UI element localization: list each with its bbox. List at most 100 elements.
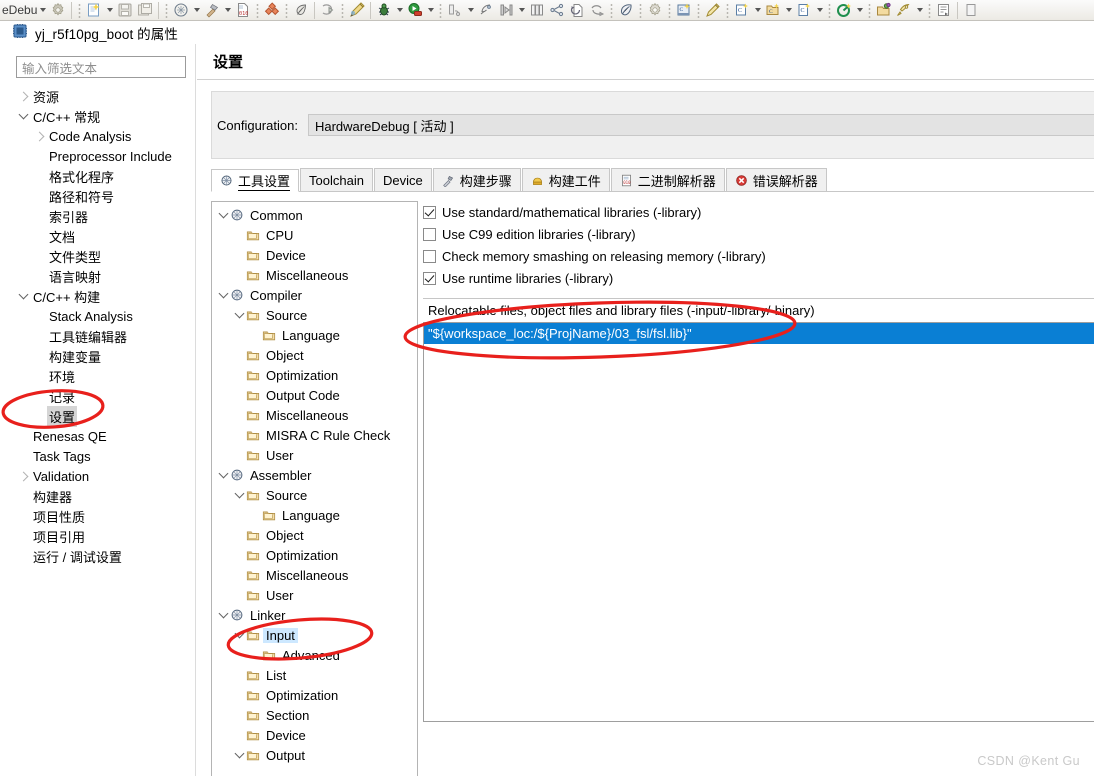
options-tree-item-6[interactable]: Language — [212, 325, 417, 345]
chevron-right-icon[interactable] — [16, 91, 31, 101]
c-folder-dropdown-arrow[interactable] — [783, 1, 794, 20]
list-arrow-icon[interactable] — [934, 1, 954, 20]
tab-1[interactable]: Toolchain — [300, 168, 373, 191]
chevron-down-icon[interactable] — [216, 288, 230, 299]
checkbox-3[interactable] — [423, 271, 436, 285]
refresh-doc-icon[interactable] — [567, 1, 587, 20]
options-tree-item-19[interactable]: User — [212, 585, 417, 605]
binary-file-icon[interactable]: 010 — [233, 1, 253, 20]
tab-2[interactable]: Device — [373, 168, 432, 191]
columns-icon[interactable] — [527, 1, 547, 20]
sidebar-item-10[interactable]: C/C++ 构建 — [0, 286, 195, 306]
options-tree-item-1[interactable]: CPU — [212, 225, 417, 245]
sidebar-item-9[interactable]: 语言映射 — [0, 266, 195, 286]
checkbox-row-1[interactable]: Use C99 edition libraries (-library) — [423, 223, 1094, 245]
options-tree-item-10[interactable]: Miscellaneous — [212, 405, 417, 425]
profile-dropdown-arrow[interactable] — [465, 1, 476, 20]
options-tree-item-23[interactable]: List — [212, 665, 417, 685]
options-tree-item-25[interactable]: Section — [212, 705, 417, 725]
open-folder-icon[interactable] — [874, 1, 894, 20]
filter-input[interactable]: 输入筛选文本 — [16, 56, 186, 78]
sidebar-item-0[interactable]: 资源 — [0, 86, 195, 106]
settings-gear-icon[interactable] — [645, 1, 665, 20]
blocks-icon[interactable] — [262, 1, 282, 20]
step-into-icon[interactable] — [496, 1, 516, 20]
new-c-folder-icon[interactable]: C — [763, 1, 783, 20]
profile-icon[interactable] — [445, 1, 465, 20]
options-tree-item-12[interactable]: User — [212, 445, 417, 465]
coverage-icon[interactable] — [476, 1, 496, 20]
options-tree-item-21[interactable]: Input — [212, 625, 417, 645]
sidebar-item-16[interactable]: 设置 — [0, 405, 195, 427]
sidebar-item-21[interactable]: 项目性质 — [0, 506, 195, 526]
target-icon[interactable] — [834, 1, 854, 20]
relocatable-files-list[interactable]: "${workspace_loc:/${ProjName}/03_fsl/fsl… — [423, 322, 1094, 722]
chevron-down-icon[interactable] — [16, 109, 31, 120]
options-tree-item-13[interactable]: Assembler — [212, 465, 417, 485]
debug-bug-icon[interactable] — [374, 1, 394, 20]
sidebar-item-5[interactable]: 路径和符号 — [0, 186, 195, 206]
options-tree-item-27[interactable]: Output — [212, 745, 417, 765]
sidebar-item-7[interactable]: 文档 — [0, 226, 195, 246]
sidebar-item-18[interactable]: Task Tags — [0, 446, 195, 466]
sidebar-item-15[interactable]: 记录 — [0, 386, 195, 406]
checkbox-0[interactable] — [423, 205, 436, 219]
sidebar-item-17[interactable]: Renesas QE — [0, 426, 195, 446]
hierarchy-icon[interactable] — [547, 1, 567, 20]
properties-tree[interactable]: 资源 C/C++ 常规 Code Analysis Preprocessor Incl… — [0, 86, 195, 566]
options-tree-item-3[interactable]: Miscellaneous — [212, 265, 417, 285]
chevron-down-icon[interactable] — [232, 628, 246, 639]
library-checkbox-group[interactable]: Use standard/mathematical libraries (-li… — [423, 201, 1094, 289]
tab-6[interactable]: 错误解析器 — [725, 168, 827, 191]
sidebar-item-6[interactable]: 索引器 — [0, 206, 195, 226]
new-c-class-icon[interactable]: C — [732, 1, 752, 20]
new-c-source-icon[interactable]: C — [794, 1, 814, 20]
build-dropdown-arrow[interactable] — [191, 1, 202, 20]
leaf-icon[interactable] — [291, 1, 311, 20]
checkbox-1[interactable] — [423, 227, 436, 241]
sidebar-item-11[interactable]: Stack Analysis — [0, 306, 195, 326]
options-tree-item-2[interactable]: Device — [212, 245, 417, 265]
options-tree-item-7[interactable]: Object — [212, 345, 417, 365]
palette-icon[interactable] — [616, 1, 636, 20]
options-tree-item-5[interactable]: Source — [212, 305, 417, 325]
checkbox-row-3[interactable]: Use runtime libraries (-library) — [423, 267, 1094, 289]
build-all-icon[interactable] — [171, 1, 191, 20]
sidebar-item-20[interactable]: 构建器 — [0, 486, 195, 506]
chevron-down-icon[interactable] — [216, 208, 230, 219]
list-item[interactable]: "${workspace_loc:/${ProjName}/03_fsl/fsl… — [424, 323, 1094, 344]
c-class-dropdown-arrow[interactable] — [752, 1, 763, 20]
rocket-dropdown-arrow[interactable] — [914, 1, 925, 20]
tab-3[interactable]: 构建步骤 — [432, 168, 521, 191]
sidebar-item-4[interactable]: 格式化程序 — [0, 166, 195, 186]
tab-5[interactable]: 010 二进制解析器 — [610, 168, 725, 191]
gear-icon[interactable] — [48, 1, 68, 20]
sidebar-item-1[interactable]: C/C++ 常规 — [0, 106, 195, 126]
sidebar-item-19[interactable]: Validation — [0, 466, 195, 486]
options-tree-item-0[interactable]: Common — [212, 205, 417, 225]
chevron-down-icon[interactable] — [232, 488, 246, 499]
configuration-select[interactable]: HardwareDebug [ 活动 ] — [307, 114, 1094, 136]
options-tree-item-4[interactable]: Compiler — [212, 285, 417, 305]
new-c-project-icon[interactable]: C — [674, 1, 694, 20]
options-tree-item-14[interactable]: Source — [212, 485, 417, 505]
debug-dropdown-arrow[interactable] — [394, 1, 405, 20]
sidebar-item-22[interactable]: 项目引用 — [0, 526, 195, 546]
sidebar-item-3[interactable]: Preprocessor Include — [0, 146, 195, 166]
chevron-right-icon[interactable] — [32, 131, 47, 141]
options-tree-item-22[interactable]: Advanced — [212, 645, 417, 665]
c-source-dropdown-arrow[interactable] — [814, 1, 825, 20]
tool-options-tree[interactable]: Common CPU Device Miscellaneous Compiler Sour… — [211, 201, 418, 776]
options-tree-item-16[interactable]: Object — [212, 525, 417, 545]
settings-tab-bar[interactable]: 工具设置 Toolchain Device 构建步骤 构建工件 010 二进制解析器 错误解析… — [211, 168, 1094, 192]
sidebar-item-2[interactable]: Code Analysis — [0, 126, 195, 146]
options-tree-item-18[interactable]: Miscellaneous — [212, 565, 417, 585]
options-tree-item-20[interactable]: Linker — [212, 605, 417, 625]
chevron-down-icon[interactable] — [232, 308, 246, 319]
sidebar-item-14[interactable]: 环境 — [0, 366, 195, 386]
perspective-dropdown-arrow[interactable] — [37, 1, 48, 20]
tab-4[interactable]: 构建工件 — [521, 168, 610, 191]
sidebar-item-12[interactable]: 工具链编辑器 — [0, 326, 195, 346]
hammer-build-icon[interactable] — [202, 1, 222, 20]
rocket-icon[interactable] — [894, 1, 914, 20]
